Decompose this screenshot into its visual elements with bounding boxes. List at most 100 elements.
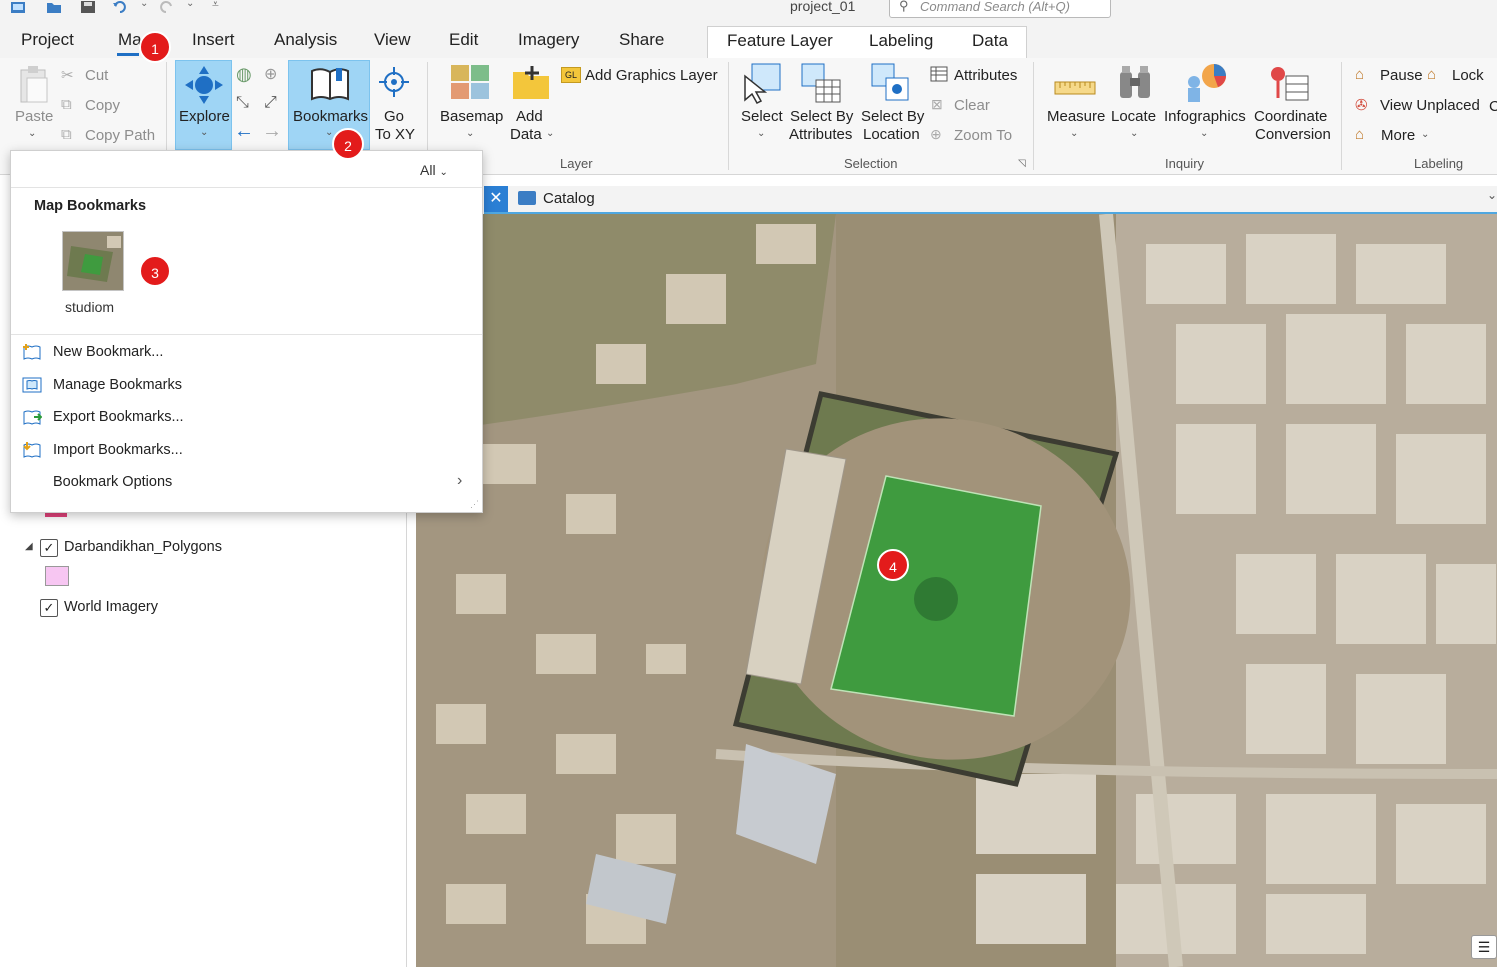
save-icon[interactable] [80,0,96,14]
project-icon[interactable] [10,0,26,14]
coordinate-conversion-label-2[interactable]: Conversion [1255,126,1331,143]
select-by-location-label-2[interactable]: Location [863,126,920,143]
open-project-icon[interactable] [46,0,62,14]
coordinate-conversion-icon[interactable] [1268,64,1312,104]
bookmark-filter-dropdown[interactable]: All ⌄ [420,162,448,178]
ribbon-overflow-icon[interactable]: C [1489,98,1497,115]
cut-button[interactable]: Cut [85,67,108,84]
infographics-dropdown-icon[interactable]: ⌄ [1200,128,1208,139]
pause-button[interactable]: Pause [1380,67,1423,84]
map-navigator-icon[interactable]: ☰ [1471,935,1497,959]
more-labeling-icon: ⌂ [1355,126,1365,143]
layer1-name[interactable]: Darbandikhan_Polygons [64,539,222,555]
tab-project[interactable]: Project [21,30,74,50]
manage-bookmarks-menu-item[interactable]: Manage Bookmarks [53,377,182,393]
previous-extent-icon[interactable]: ← [234,120,254,143]
resize-grip-icon[interactable]: ⋰ [470,499,479,510]
select-by-attributes-label-1[interactable]: Select By [790,108,853,125]
zoom-out-icon[interactable]: ⤢ [264,94,277,112]
select-by-attributes-label-2[interactable]: Attributes [789,126,852,143]
go-to-xy-icon[interactable] [378,66,410,98]
manage-bookmarks-icon [22,377,42,393]
tab-share[interactable]: Share [619,30,664,50]
layer2-checkbox[interactable]: ✓ [40,599,58,617]
locate-binoculars-icon[interactable] [1117,64,1153,102]
view-list-dropdown-icon[interactable]: ⌄ [1487,188,1497,202]
basemap-dropdown-icon[interactable]: ⌄ [466,128,474,139]
bookmark-studiom-label[interactable]: studiom [65,299,114,315]
bookmarks-book-icon [311,68,349,101]
measure-icon[interactable] [1054,78,1096,98]
next-extent-icon[interactable]: → [262,120,282,143]
undo-icon[interactable] [112,0,128,14]
tab-catalog[interactable]: Catalog [543,190,595,207]
selection-options-launcher-icon[interactable]: ◹ [1018,158,1026,169]
command-search-input[interactable]: ⚲ Command Search (Alt+Q) [889,0,1111,18]
bookmark-thumbnail[interactable] [62,231,124,291]
tab-insert[interactable]: Insert [192,30,235,50]
infographics-icon[interactable] [1184,62,1228,104]
tab-data[interactable]: Data [972,31,1008,51]
measure-button[interactable]: Measure [1047,108,1105,125]
redo-icon[interactable] [158,0,174,14]
import-bookmarks-menu-item[interactable]: Import Bookmarks... [53,442,183,458]
layer2-name[interactable]: World Imagery [64,599,158,615]
tab-feature-layer[interactable]: Feature Layer [727,31,833,51]
select-dropdown-icon[interactable]: ⌄ [757,128,765,139]
tab-edit[interactable]: Edit [449,30,478,50]
bookmarks-dropdown-icon: ⌄ [325,127,334,138]
selection-group-label: Selection [844,156,898,171]
basemap-icon[interactable] [450,64,490,100]
lock-button[interactable]: Lock [1452,67,1484,84]
copy-button[interactable]: Copy [85,97,120,114]
select-by-location-icon[interactable] [870,62,912,104]
infographics-button[interactable]: Infographics [1164,108,1246,125]
measure-dropdown-icon[interactable]: ⌄ [1070,128,1078,139]
export-bookmarks-menu-item[interactable]: Export Bookmarks... [53,409,184,425]
select-by-attributes-icon[interactable] [800,62,842,104]
add-graphics-layer-button[interactable]: Add Graphics Layer [585,67,718,84]
add-data-label-2[interactable]: Data [510,126,542,143]
tab-labeling[interactable]: Labeling [869,31,933,51]
select-button[interactable]: Select [741,108,783,125]
add-data-dropdown-icon[interactable]: ⌄ [546,128,554,139]
add-data-icon[interactable] [512,64,550,100]
coordinate-conversion-label-1[interactable]: Coordinate [1254,108,1327,125]
redo-dropdown-icon[interactable]: ⌄ [186,0,194,9]
copy-path-button[interactable]: Copy Path [85,127,155,144]
layer1-checkbox[interactable]: ✓ [40,539,58,557]
tab-view[interactable]: View [374,30,411,50]
undo-dropdown-icon[interactable]: ⌄ [140,0,148,9]
go-to-xy-label-1[interactable]: Go [384,108,404,125]
layer1-symbol-swatch[interactable] [45,566,69,586]
close-view-icon[interactable]: ✕ [484,186,508,212]
customize-qat-icon[interactable]: ⩡ [212,0,219,12]
expand-layer-icon[interactable]: ◢ [25,541,33,552]
attributes-button[interactable]: Attributes [954,67,1017,84]
more-dropdown-icon[interactable]: ⌄ [1421,129,1429,140]
tab-analysis[interactable]: Analysis [274,30,337,50]
select-by-location-label-1[interactable]: Select By [861,108,924,125]
paste-button[interactable]: Paste [15,108,53,125]
locate-button[interactable]: Locate [1111,108,1156,125]
clear-button[interactable]: Clear [954,97,990,114]
tab-imagery[interactable]: Imagery [518,30,579,50]
annotation-marker-4: 4 [877,549,909,581]
paste-icon[interactable] [18,64,50,104]
paste-dropdown-icon[interactable]: ⌄ [28,128,36,139]
select-icon[interactable] [742,62,782,104]
zoom-to-button[interactable]: Zoom To [954,127,1012,144]
view-unplaced-button[interactable]: View Unplaced [1380,97,1480,114]
add-data-label-1[interactable]: Add [516,108,543,125]
more-button[interactable]: More [1381,127,1415,144]
fixed-zoom-icon[interactable]: ⊕ [264,64,277,84]
explore-button[interactable]: Explore ⌄ [175,60,232,150]
go-to-xy-label-2[interactable]: To XY [375,126,415,143]
basemap-button[interactable]: Basemap [440,108,503,125]
bookmark-options-menu-item[interactable]: Bookmark Options [53,474,172,490]
full-extent-icon[interactable]: ◍ [236,64,252,85]
zoom-in-icon[interactable]: ⤡ [236,94,249,112]
new-bookmark-menu-item[interactable]: New Bookmark... [53,344,163,360]
map-view[interactable] [416,214,1497,967]
locate-dropdown-icon[interactable]: ⌄ [1130,128,1138,139]
